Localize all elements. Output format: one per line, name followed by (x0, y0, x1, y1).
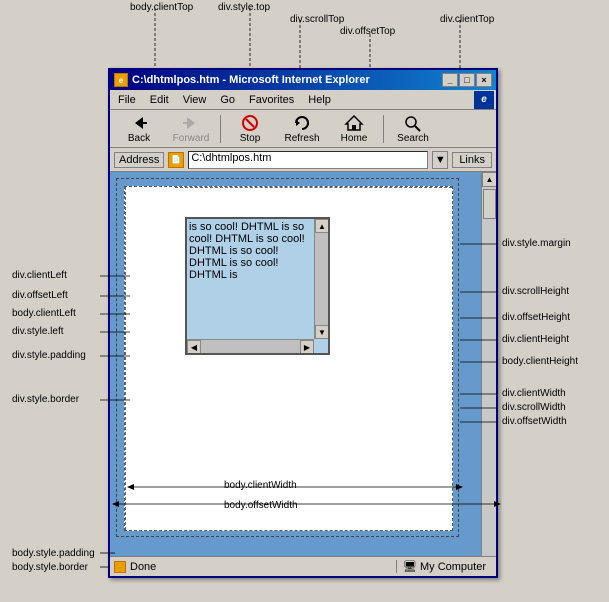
annotation-div-client-left: div.clientLeft (12, 270, 67, 281)
annotation-body-client-height: body.clientHeight (502, 356, 578, 367)
annotation-body-style-padding: body.style.padding (12, 548, 95, 559)
close-button[interactable]: × (476, 73, 492, 87)
toolbar-separator-2 (383, 115, 384, 143)
back-button[interactable]: Back (114, 112, 164, 146)
annotation-div-offset-top: div.offsetTop (340, 26, 395, 37)
ie-title-icon: e (114, 73, 128, 87)
annotation-div-client-height: div.clientHeight (502, 334, 569, 345)
annotation-div-client-width: div.clientWidth (502, 388, 566, 399)
status-text: Done (130, 561, 392, 573)
dhtml-text: is so cool! DHTML is so cool! DHTML is s… (187, 219, 328, 297)
vscrollbar[interactable]: ▲ ▼ (481, 172, 496, 574)
annotation-div-style-border: div.style.border (12, 394, 79, 405)
annotation-div-scroll-top: div.scrollTop (290, 14, 344, 25)
home-icon (344, 114, 364, 132)
address-input[interactable]: C:\dhtmlpos.htm (188, 151, 428, 169)
home-button[interactable]: Home (329, 112, 379, 146)
annotation-div-offset-width: div.offsetWidth (502, 416, 567, 427)
menu-file[interactable]: File (112, 93, 142, 107)
menu-go[interactable]: Go (214, 93, 241, 107)
annotation-div-style-padding: div.style.padding (12, 350, 86, 361)
annotation-div-style-top: div.style.top (218, 2, 270, 13)
inner-top-line (175, 187, 452, 188)
search-button[interactable]: Search (388, 112, 438, 146)
annotation-body-style-border: body.style.border (12, 562, 88, 573)
annotation-div-offset-height: div.offsetHeight (502, 312, 570, 323)
forward-button[interactable]: Forward (166, 112, 216, 146)
stop-button[interactable]: Stop (225, 112, 275, 146)
address-label: Address (114, 152, 164, 168)
annotation-div-style-margin: div.style.margin (502, 238, 571, 249)
maximize-button[interactable]: □ (459, 73, 475, 87)
menu-edit[interactable]: Edit (144, 93, 175, 107)
minimize-button[interactable]: _ (442, 73, 458, 87)
address-page-icon: 📄 (168, 152, 184, 168)
annotation-div-scroll-width: div.scrollWidth (502, 402, 566, 413)
menu-bar: File Edit View Go Favorites Help e (110, 90, 496, 110)
dhtml-hscrollbar[interactable]: ◀ ▶ (187, 339, 314, 353)
status-bar: Done 🖥 My Computer (110, 556, 496, 576)
status-page-icon (114, 561, 126, 573)
dhtml-box: is so cool! DHTML is so cool! DHTML is s… (185, 217, 330, 355)
title-bar: e C:\dhtmlpos.htm - Microsoft Internet E… (110, 70, 496, 90)
ie-window: e C:\dhtmlpos.htm - Microsoft Internet E… (108, 68, 498, 578)
toolbar-separator-1 (220, 115, 221, 143)
scroll-thumb-v[interactable] (483, 189, 496, 219)
refresh-button[interactable]: Refresh (277, 112, 327, 146)
stop-icon (240, 114, 260, 132)
annotation-div-scroll-height: div.scrollHeight (502, 286, 569, 297)
links-button[interactable]: Links (452, 152, 492, 168)
toolbar: Back Forward Stop Refresh (110, 110, 496, 148)
menu-view[interactable]: View (177, 93, 213, 107)
scroll-track-v (482, 187, 496, 559)
window-title: C:\dhtmlpos.htm - Microsoft Internet Exp… (132, 74, 370, 86)
annotation-div-client-top-right: div.clientTop (440, 14, 494, 25)
address-bar: Address 📄 C:\dhtmlpos.htm ▼ Links (110, 148, 496, 172)
annotation-body-offset-width: body.offsetWidth (224, 500, 298, 511)
annotation-div-offset-left: div.offsetLeft (12, 290, 68, 301)
dhtml-vscrollbar[interactable]: ▲ ▼ (314, 219, 328, 339)
annotation-body-client-width: body.clientWidth (224, 480, 297, 491)
annotation-div-style-left: div.style.left (12, 326, 64, 337)
annotation-body-client-top: body.clientTop (130, 2, 193, 13)
scroll-up-button[interactable]: ▲ (482, 172, 496, 187)
annotation-body-client-left: body.clientLeft (12, 308, 76, 319)
browser-body: is so cool! DHTML is so cool! DHTML is s… (110, 172, 496, 574)
back-icon (129, 114, 149, 132)
forward-icon (181, 114, 201, 132)
search-icon (403, 114, 423, 132)
menu-favorites[interactable]: Favorites (243, 93, 300, 107)
inner-left-line (125, 187, 126, 530)
menu-help[interactable]: Help (302, 93, 337, 107)
refresh-icon (292, 114, 312, 132)
status-zone: 🖥 My Computer (396, 560, 492, 573)
address-dropdown-button[interactable]: ▼ (432, 151, 448, 169)
ie-logo: e (474, 91, 494, 109)
